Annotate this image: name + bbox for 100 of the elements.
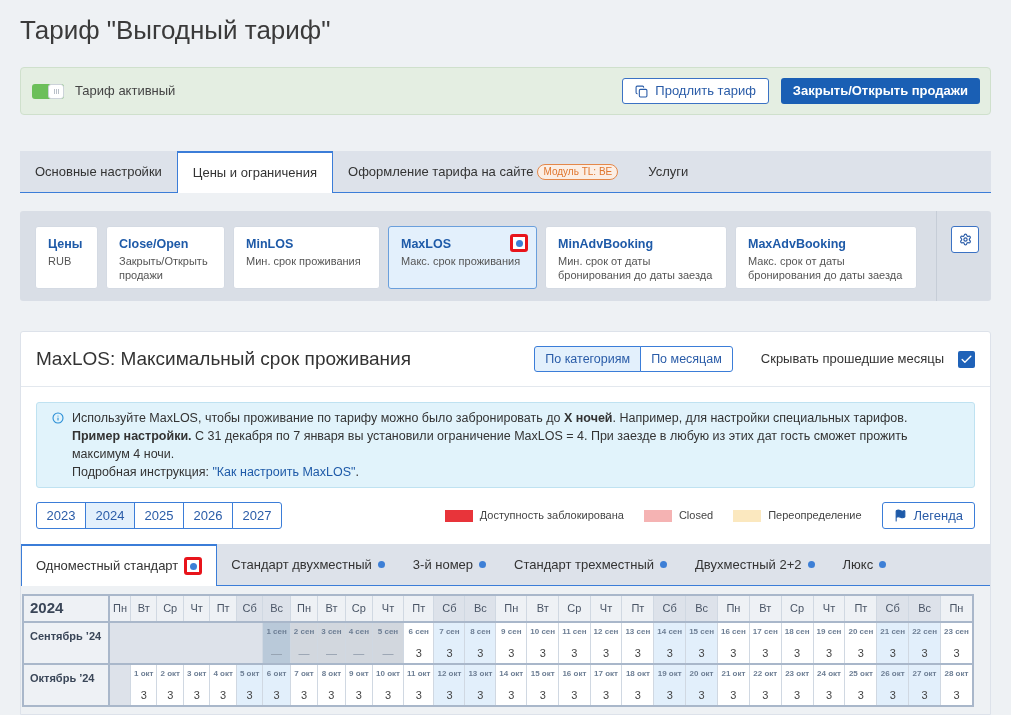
instruction-link[interactable]: "Как настроить MaxLOS" [212, 465, 356, 479]
day-date: 17 окт [594, 668, 618, 680]
day-value: 3 [698, 645, 705, 661]
card-title: MaxLOS [401, 236, 451, 252]
day-date: 21 сен [880, 626, 906, 638]
year-button[interactable]: 2023 [36, 502, 86, 529]
day-date: 1 окт [134, 668, 154, 680]
day-date: 9 окт [349, 668, 369, 680]
day-date: 7 сен [439, 626, 460, 638]
tab[interactable]: Оформление тарифа на сайте Модуль TL: BE [333, 151, 634, 192]
day-value: 3 [666, 687, 673, 703]
weekday-header: Пн [290, 595, 318, 622]
day-value: — [271, 645, 283, 661]
room-tab[interactable]: 3-й номер [398, 544, 501, 585]
weekday-header: Ср [558, 595, 591, 622]
day-value: 3 [446, 687, 453, 703]
settings-button[interactable] [951, 226, 979, 253]
card-subtitle: Макс. срок от даты бронирования до даты заезда [748, 254, 904, 282]
restriction-card[interactable]: Цены RUB [35, 226, 98, 289]
day-value: 3 [825, 687, 833, 703]
sales-button[interactable]: Закрыть/Открыть продажи [780, 78, 980, 104]
year-label: 2024 [23, 595, 109, 622]
day-value: — [325, 645, 337, 661]
room-tab[interactable]: Стандарт трехместный [500, 544, 682, 585]
year-button[interactable]: 2026 [183, 502, 233, 529]
extend-button[interactable]: Продлить тариф [622, 78, 769, 104]
month-label: Октябрь ’24 [23, 664, 109, 706]
day-date: 21 окт [721, 668, 746, 680]
year-button[interactable]: 2027 [232, 502, 282, 529]
room-tab[interactable]: Стандарт двухместный [217, 544, 399, 585]
restriction-card[interactable]: MaxAdvBooking Макс. срок от даты бронирования до даты заезда [735, 226, 917, 289]
module-badge: Модуль TL: BE [537, 163, 619, 180]
card-title: Цены [48, 236, 83, 252]
weekday-header: Сб [876, 595, 909, 622]
weekday-header: Ср [345, 595, 373, 622]
room-tab[interactable]: Люкс [828, 544, 901, 585]
day-date: 23 сен [944, 626, 969, 638]
day-date: 3 окт [186, 668, 207, 680]
room-tab[interactable]: Двухместный 2+2 [681, 544, 829, 585]
year-button[interactable]: 2025 [134, 502, 184, 529]
tab[interactable]: Услуги [633, 151, 704, 192]
day-date: 5 окт [239, 668, 260, 680]
day-date: 7 окт [294, 668, 314, 680]
tab[interactable]: Цены и ограничения [176, 151, 334, 193]
weekday-header: Вт [317, 595, 346, 622]
day-value: 3 [508, 687, 515, 703]
day-date: 25 окт [848, 668, 873, 680]
day-value: 3 [794, 687, 801, 703]
legend-label: Closed [678, 508, 714, 524]
weekday-header: Чт [372, 595, 404, 622]
day-date: 12 сен [593, 626, 619, 638]
card-subtitle: Мин. срок проживания [246, 254, 362, 268]
day-value: 3 [602, 687, 610, 703]
legend-label: Переопределение [768, 508, 862, 524]
toggle-switch[interactable] [32, 83, 64, 99]
weekday-header: Пт [403, 595, 434, 622]
info-icon [52, 412, 64, 424]
day-date: 17 сен [752, 626, 778, 638]
panel-title: MaxLOS: Максимальный срок проживания [36, 346, 411, 371]
weekday-header: Ср [781, 595, 814, 622]
day-date: 10 сен [530, 626, 556, 638]
day-date: 19 сен [816, 626, 842, 638]
card-title: Close/Open [119, 236, 189, 252]
flag-icon [893, 509, 907, 522]
weekday-header: Сб [433, 595, 465, 622]
restriction-card[interactable]: Close/Open Закрыть/Открыть продажи [106, 226, 225, 289]
day-value: 3 [730, 687, 737, 703]
hide-past-checkbox[interactable] [958, 350, 975, 368]
day-date: 13 сен [625, 626, 651, 638]
day-value: 3 [508, 645, 515, 661]
weekday-header: Пн [940, 595, 973, 622]
day-date: 13 окт [468, 668, 493, 680]
copy-icon [635, 84, 649, 98]
year-button[interactable]: 2024 [85, 502, 135, 529]
restriction-card[interactable]: MinLOS Мин. срок проживания [233, 226, 380, 289]
weekday-header: Вс [464, 595, 496, 622]
legend-button[interactable]: Легенда [881, 502, 975, 529]
day-value: 3 [300, 687, 308, 703]
day-value: 3 [666, 645, 673, 661]
weekday-header: Сб [236, 595, 263, 622]
card-title: MaxAdvBooking [748, 236, 846, 252]
day-value: 3 [415, 687, 422, 703]
day-date: 12 окт [437, 668, 462, 680]
day-value: 3 [730, 645, 737, 661]
weekday-header: Пт [209, 595, 237, 622]
restriction-card[interactable]: MaxLOS Макс. срок проживания [388, 226, 537, 289]
day-value: 3 [539, 687, 546, 703]
view-toggle-button[interactable]: По месяцам [640, 346, 733, 372]
tab[interactable]: Основные настройки [20, 151, 177, 192]
day-date: 24 окт [817, 668, 841, 680]
day-value: 3 [193, 687, 200, 703]
restriction-card[interactable]: MinAdvBooking Мин. срок от даты бронирования до даты заезда [545, 226, 727, 289]
view-toggle-button[interactable]: По категориям [534, 346, 642, 372]
room-tab[interactable]: Одноместный стандарт [21, 544, 218, 586]
weekday-header: Пн [717, 595, 750, 622]
day-value: 3 [698, 687, 705, 703]
card-subtitle: Макс. срок проживания [401, 254, 522, 268]
day-date: 14 окт [499, 668, 524, 680]
card-subtitle: Закрыть/Открыть продажи [119, 254, 209, 282]
weekday-header: Вс [908, 595, 941, 622]
